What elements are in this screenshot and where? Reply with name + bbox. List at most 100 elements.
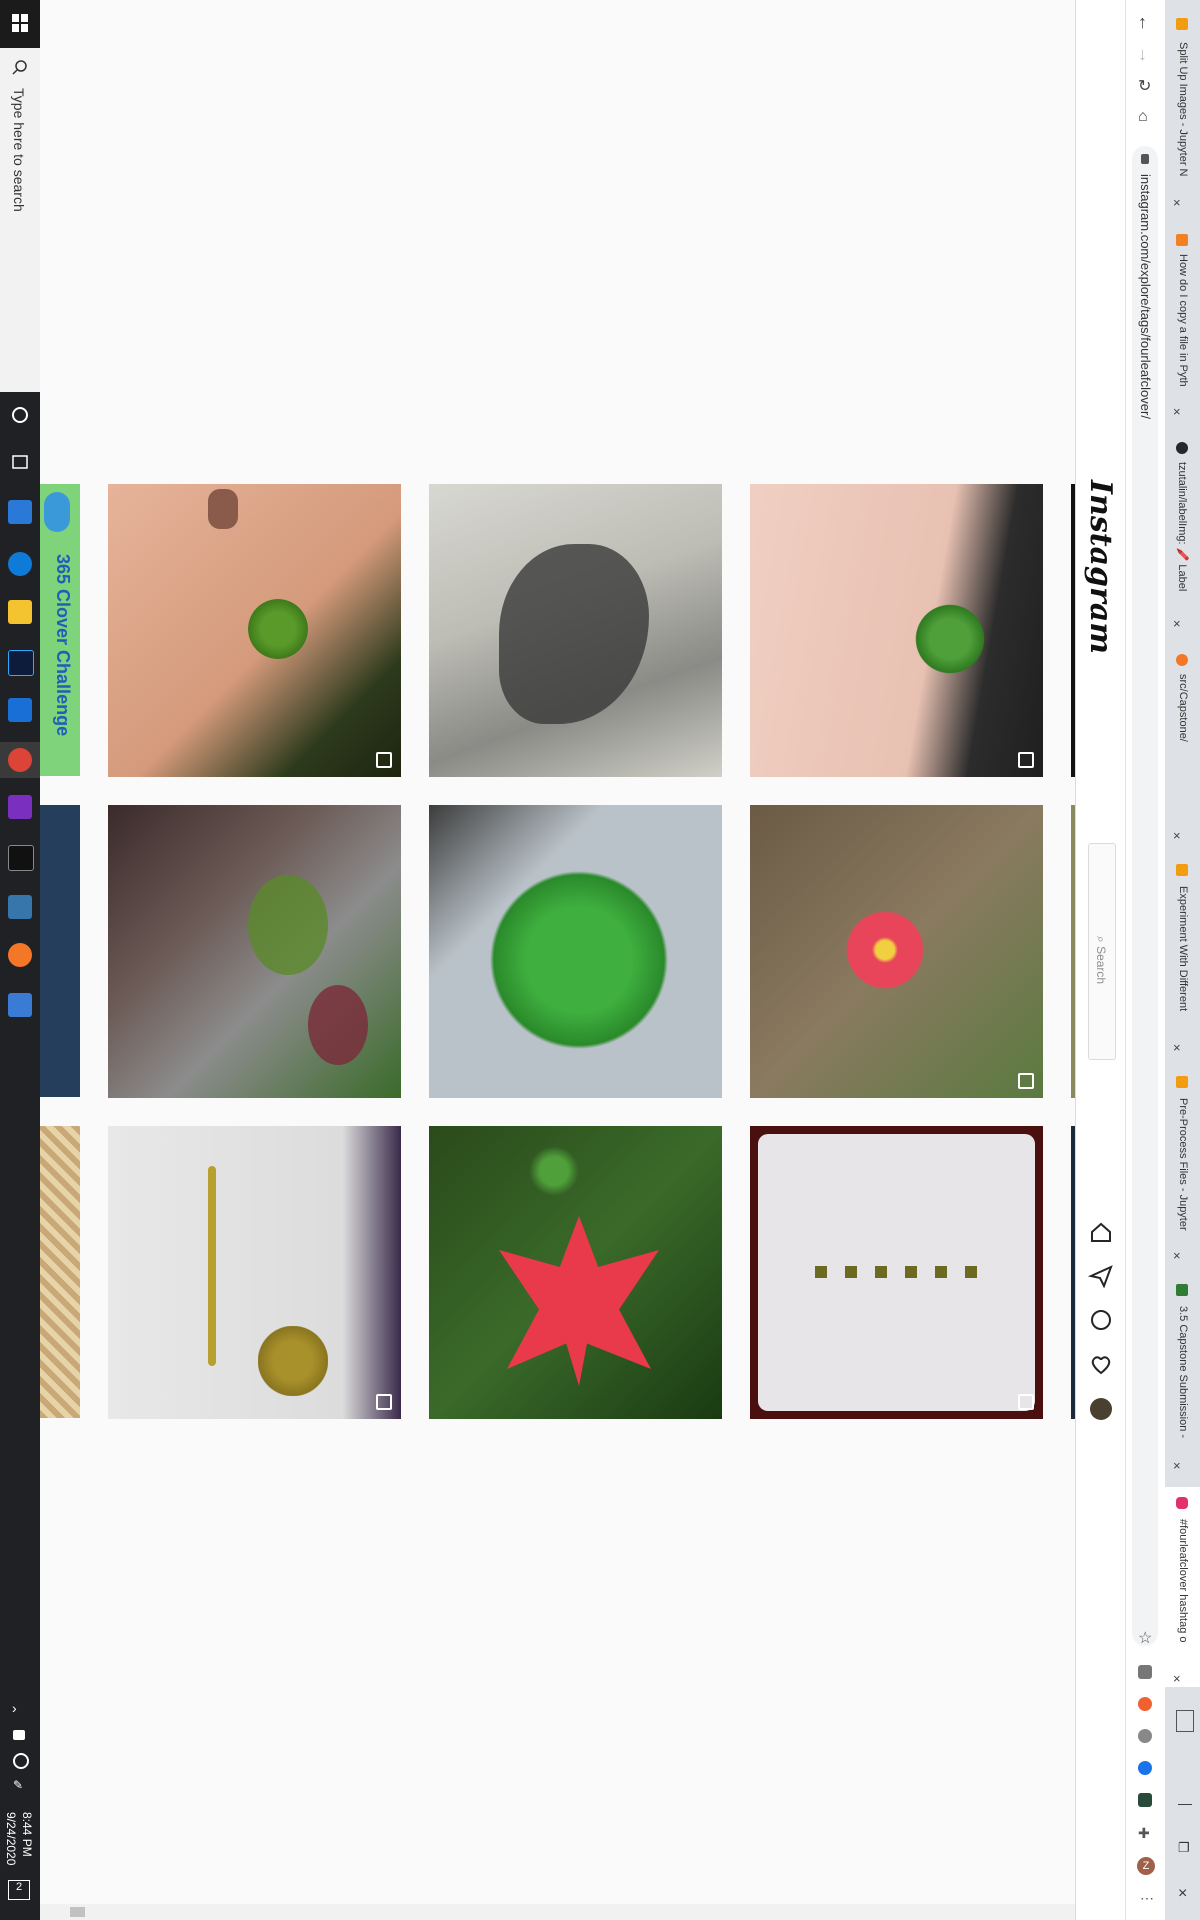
bookmark-string-shape (208, 1166, 216, 1366)
task-view-icon[interactable] (10, 452, 30, 472)
post-partial-col-1[interactable]: 365 Clover Challenge (40, 484, 80, 776)
extensions-puzzle-icon[interactable]: ✚ (1138, 1825, 1150, 1842)
instagram-search-input[interactable]: ⌕ Search (1088, 843, 1116, 1060)
browser-toolbar: ↑ ↓ ↻ ⌂ instagram.com/explore/tags/fourl… (1125, 0, 1166, 1920)
search-icon (12, 60, 27, 75)
cortana-icon[interactable] (10, 405, 30, 425)
post-clover-bunch[interactable] (429, 805, 722, 1098)
post-clover-on-fingers[interactable] (108, 484, 401, 777)
post-partial-col-2[interactable] (40, 805, 80, 1097)
profile-icon[interactable]: Z (1137, 1857, 1155, 1875)
azure-icon[interactable] (8, 698, 32, 722)
tab-title: How do I copy a file in Pyth (1177, 254, 1189, 387)
tab-split-up-images[interactable]: Split Up Images - Jupyter N × (1165, 0, 1200, 232)
jupyter-favicon (1176, 1076, 1188, 1088)
address-bar[interactable]: instagram.com/explore/tags/fourleafclove… (1132, 146, 1158, 1646)
menu-icon[interactable]: ⋯ (1140, 1890, 1154, 1907)
tab-experiment-different[interactable]: Experiment With Different × (1165, 860, 1200, 1060)
post-red-maple-leaf[interactable] (429, 1126, 722, 1419)
crochet-flower-shape (258, 1326, 328, 1396)
extension-g-icon[interactable] (1138, 1665, 1152, 1679)
instagram-header: Instagram ⌕ Search (1075, 0, 1126, 1920)
ring-shape (208, 489, 238, 529)
post-crochet-bookmark[interactable] (108, 1126, 401, 1419)
calculator-icon[interactable] (8, 993, 32, 1017)
close-icon[interactable]: × (1173, 404, 1181, 419)
tab-capstone-submission[interactable]: 3.5 Capstone Submission - × (1165, 1280, 1200, 1480)
extension-grey-icon[interactable] (1138, 1729, 1152, 1743)
tab-copy-file-python[interactable]: How do I copy a file in Pyth × (1165, 232, 1200, 419)
tab-title: Pre-Process Files - Jupyter (1177, 1098, 1189, 1231)
close-icon[interactable]: × (1173, 1040, 1181, 1055)
horizontal-scrollbar[interactable] (40, 1904, 1075, 1920)
leaf-shape (308, 985, 368, 1065)
close-icon[interactable]: × (1173, 616, 1181, 631)
tab-title: Experiment With Different (1177, 886, 1189, 1012)
tab-src-capstone[interactable]: src/Capstone/ × (1165, 652, 1200, 852)
badge-365-icon (44, 492, 70, 532)
search-placeholder: ⌕ Search (1093, 936, 1108, 984)
clock-date[interactable]: 9/24/2020 (4, 1812, 18, 1865)
chrome-taskbar-active[interactable] (0, 742, 40, 778)
pen-icon[interactable]: ✎ (13, 1778, 23, 1792)
photoshop-icon[interactable] (8, 650, 34, 676)
terminal-icon[interactable] (8, 845, 34, 871)
tab-search-icon[interactable] (1176, 1710, 1194, 1732)
extension-orange-icon[interactable] (1138, 1697, 1152, 1711)
reload-icon[interactable]: ↻ (1138, 76, 1151, 96)
taskbar-search-box[interactable]: Type here to search (0, 0, 40, 392)
bookmark-star-icon[interactable]: ☆ (1138, 1628, 1152, 1648)
instagram-favicon (1176, 1497, 1188, 1509)
notification-count: 2 (15, 1881, 23, 1893)
tab-pre-process-files[interactable]: Pre-Process Files - Jupyter × (1165, 1070, 1200, 1270)
close-icon[interactable]: × (1173, 1458, 1181, 1473)
restore-icon[interactable]: ❐ (1178, 1840, 1190, 1856)
post-embroidered-cloth[interactable] (750, 1126, 1043, 1419)
profile-avatar[interactable] (1090, 1398, 1112, 1420)
tab-labelimg[interactable]: tzutalin/labelImg: 🖍️ Label × (1165, 440, 1200, 631)
instagram-logo[interactable]: Instagram (1083, 480, 1118, 654)
outlook-icon[interactable] (8, 500, 32, 524)
close-icon[interactable]: × (1173, 828, 1181, 843)
post-clover-held[interactable] (750, 484, 1043, 777)
onenote-icon[interactable] (8, 795, 32, 819)
home-icon[interactable] (1088, 1220, 1114, 1244)
extension-blue-icon[interactable] (1138, 1761, 1152, 1775)
tab-fourleafclover-active[interactable]: #fourleafclover hashtag o × (1165, 1487, 1200, 1687)
close-icon[interactable]: × (1173, 1248, 1181, 1263)
clover-shape (248, 599, 308, 659)
post-pink-oxalis-flower[interactable] (750, 805, 1043, 1098)
close-icon[interactable]: × (1173, 195, 1181, 210)
multi-photo-icon (376, 752, 392, 768)
post-ink-drawing[interactable] (429, 484, 722, 777)
battery-icon[interactable] (13, 1730, 25, 1740)
scrollbar-thumb[interactable] (70, 1907, 85, 1917)
minimize-icon[interactable]: — (1178, 1795, 1192, 1811)
taskbar-search-placeholder: Type here to search (11, 88, 27, 212)
back-icon[interactable]: ↑ (1138, 12, 1147, 33)
forward-icon[interactable]: ↓ (1138, 44, 1147, 65)
direct-message-icon[interactable] (1088, 1264, 1114, 1288)
clover-shape (489, 865, 669, 1055)
post-partial-col-3[interactable] (40, 1126, 80, 1418)
window-close-icon[interactable]: × (1178, 1885, 1187, 1903)
maple-leaf-shape (499, 1216, 659, 1386)
heart-icon[interactable] (1088, 1352, 1114, 1376)
file-explorer-icon[interactable] (8, 600, 32, 624)
post-purple-shamrock-plant[interactable] (108, 805, 401, 1098)
clock-time[interactable]: 8:44 PM (20, 1812, 34, 1857)
chevron-up-icon[interactable]: › (12, 1700, 17, 1716)
extension-green-icon[interactable] (1138, 1793, 1152, 1807)
embroidery-stitches-shape (815, 1266, 990, 1278)
edge-icon[interactable] (8, 552, 32, 576)
tab-title: tzutalin/labelImg: 🖍️ Label (1176, 462, 1188, 592)
jupyter-icon[interactable] (8, 943, 32, 967)
close-icon[interactable]: × (1173, 1671, 1181, 1686)
python-icon[interactable] (8, 895, 32, 919)
notification-center-icon[interactable]: 2 (8, 1880, 30, 1900)
multi-photo-icon (1018, 1394, 1034, 1410)
home-browser-icon[interactable]: ⌂ (1138, 108, 1148, 126)
network-icon[interactable] (13, 1753, 29, 1769)
start-button[interactable] (0, 0, 40, 48)
explore-compass-icon[interactable] (1088, 1308, 1114, 1332)
